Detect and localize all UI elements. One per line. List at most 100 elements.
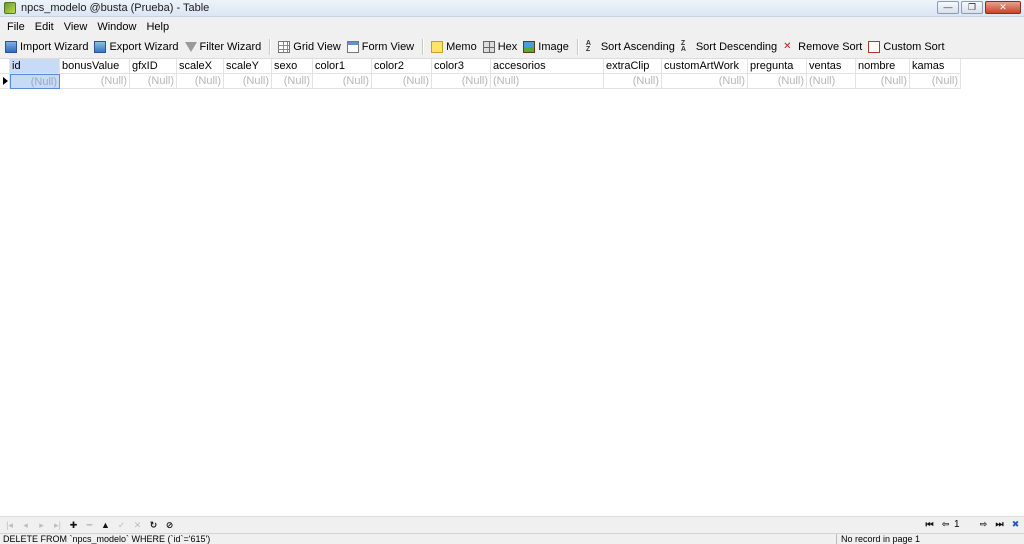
cell-color3[interactable]: (Null) xyxy=(432,74,491,89)
column-header-sexo[interactable]: sexo xyxy=(272,59,313,74)
data-grid: id bonusValue gfxID scaleX scaleY sexo c… xyxy=(0,59,961,89)
menu-view[interactable]: View xyxy=(59,21,93,33)
grid-icon xyxy=(278,41,291,53)
cell-sexo[interactable]: (Null) xyxy=(272,74,313,89)
page-number-field[interactable]: 1 xyxy=(952,518,974,531)
column-header-color3[interactable]: color3 xyxy=(432,59,491,74)
sort-ascending-button[interactable]: AZ Sort Ascending xyxy=(583,37,678,57)
column-header-color1[interactable]: color1 xyxy=(313,59,372,74)
menu-bar: File Edit View Window Help xyxy=(0,17,1024,36)
form-view-button[interactable]: Form View xyxy=(344,37,417,57)
hex-button[interactable]: Hex xyxy=(480,37,521,57)
form-view-label: Form View xyxy=(361,41,415,53)
cell-gfxid[interactable]: (Null) xyxy=(130,74,177,89)
column-header-color2[interactable]: color2 xyxy=(372,59,432,74)
column-header-nombre[interactable]: nombre xyxy=(856,59,910,74)
cancel-edit-button[interactable]: ✕ xyxy=(131,519,144,532)
cell-pregunta[interactable]: (Null) xyxy=(748,74,807,89)
stop-button[interactable]: ⊘ xyxy=(163,519,176,532)
first-page-icon[interactable]: ⏮ xyxy=(923,518,936,531)
column-header-scalex[interactable]: scaleX xyxy=(177,59,224,74)
restore-button[interactable]: ❐ xyxy=(961,1,983,14)
remove-sort-button[interactable]: ✕ Remove Sort xyxy=(780,37,865,57)
cell-color2[interactable]: (Null) xyxy=(372,74,432,89)
row-header-corner xyxy=(0,59,10,74)
sort-descending-label: Sort Descending xyxy=(695,41,778,53)
image-button[interactable]: Image xyxy=(520,37,572,57)
column-header-bonusvalue[interactable]: bonusValue xyxy=(60,59,130,74)
refresh-button[interactable]: ↻ xyxy=(147,519,160,532)
add-record-button[interactable]: ✚ xyxy=(67,519,80,532)
toolbar-separator xyxy=(269,39,271,55)
up-button[interactable]: ▲ xyxy=(99,519,112,532)
settings-tools-icon[interactable]: ✖ xyxy=(1009,518,1022,531)
record-navigation-bar: |◂ ◂ ▸ ▸| ✚ ━ ▲ ✓ ✕ ↻ ⊘ ⏮ ⇦ 1 ⇨ ⏭ ✖ xyxy=(0,516,1024,533)
prev-record-button[interactable]: ◂ xyxy=(19,519,32,532)
image-icon xyxy=(523,41,536,53)
export-icon xyxy=(94,41,107,53)
menu-edit[interactable]: Edit xyxy=(30,21,59,33)
sort-ascending-label: Sort Ascending xyxy=(600,41,675,53)
window-controls: — ❐ ✕ xyxy=(937,1,1021,14)
column-header-gfxid[interactable]: gfxID xyxy=(130,59,177,74)
cell-color1[interactable]: (Null) xyxy=(313,74,372,89)
hex-label: Hex xyxy=(497,41,518,53)
prev-page-icon[interactable]: ⇦ xyxy=(939,518,952,531)
cell-scaley[interactable]: (Null) xyxy=(224,74,272,89)
column-header-ventas[interactable]: ventas xyxy=(807,59,856,74)
custom-sort-button[interactable]: Custom Sort xyxy=(865,37,947,57)
cell-customartwork[interactable]: (Null) xyxy=(662,74,748,89)
sort-descending-button[interactable]: ZA Sort Descending xyxy=(678,37,780,57)
column-header-extraclip[interactable]: extraClip xyxy=(604,59,662,74)
current-row-arrow-icon xyxy=(3,77,8,85)
last-record-button[interactable]: ▸| xyxy=(51,519,64,532)
column-header-accesorios[interactable]: accesorios xyxy=(491,59,604,74)
import-wizard-button[interactable]: Import Wizard xyxy=(2,37,91,57)
image-label: Image xyxy=(538,41,569,53)
table-row[interactable]: (Null) (Null) (Null) (Null) (Null) (Null… xyxy=(0,74,961,89)
filter-icon xyxy=(184,42,197,52)
close-button[interactable]: ✕ xyxy=(985,1,1021,14)
window-title: npcs_modelo @busta (Prueba) - Table xyxy=(21,2,210,14)
memo-button[interactable]: Memo xyxy=(428,37,480,57)
remove-sort-label: Remove Sort xyxy=(798,41,863,53)
first-record-button[interactable]: |◂ xyxy=(3,519,16,532)
menu-help[interactable]: Help xyxy=(141,21,174,33)
cell-scalex[interactable]: (Null) xyxy=(177,74,224,89)
column-header-pregunta[interactable]: pregunta xyxy=(748,59,807,74)
import-wizard-label: Import Wizard xyxy=(20,41,89,53)
memo-label: Memo xyxy=(446,41,477,53)
cell-bonusvalue[interactable]: (Null) xyxy=(60,74,130,89)
column-header-kamas[interactable]: kamas xyxy=(910,59,961,74)
cell-ventas[interactable]: (Null) xyxy=(807,74,856,89)
next-page-icon[interactable]: ⇨ xyxy=(977,518,990,531)
custom-sort-label: Custom Sort xyxy=(883,41,945,53)
cell-nombre[interactable]: (Null) xyxy=(856,74,910,89)
import-icon xyxy=(5,41,17,53)
delete-record-button[interactable]: ━ xyxy=(83,519,96,532)
post-edit-button[interactable]: ✓ xyxy=(115,519,128,532)
filter-wizard-button[interactable]: Filter Wizard xyxy=(182,37,265,57)
status-sql-text: DELETE FROM `npcs_modelo` WHERE (`id`='6… xyxy=(3,534,211,544)
column-header-customartwork[interactable]: customArtWork xyxy=(662,59,748,74)
export-wizard-button[interactable]: Export Wizard xyxy=(91,37,181,57)
app-icon xyxy=(4,2,16,14)
cell-kamas[interactable]: (Null) xyxy=(910,74,961,89)
grid-header: id bonusValue gfxID scaleX scaleY sexo c… xyxy=(0,59,961,74)
export-wizard-label: Export Wizard xyxy=(109,41,179,53)
column-header-scaley[interactable]: scaleY xyxy=(224,59,272,74)
next-record-button[interactable]: ▸ xyxy=(35,519,48,532)
grid-view-button[interactable]: Grid View xyxy=(275,37,343,57)
sort-ascending-icon: AZ xyxy=(585,40,591,53)
cell-id[interactable]: (Null) xyxy=(10,74,60,89)
menu-window[interactable]: Window xyxy=(92,21,141,33)
column-header-id[interactable]: id xyxy=(10,59,60,74)
cell-accesorios[interactable]: (Null) xyxy=(491,74,604,89)
cell-extraclip[interactable]: (Null) xyxy=(604,74,662,89)
title-bar: npcs_modelo @busta (Prueba) - Table — ❐ … xyxy=(0,0,1024,17)
custom-sort-icon xyxy=(868,41,881,53)
last-page-icon[interactable]: ⏭ xyxy=(993,518,1006,531)
row-header[interactable] xyxy=(0,74,10,89)
menu-file[interactable]: File xyxy=(2,21,30,33)
minimize-button[interactable]: — xyxy=(937,1,959,14)
